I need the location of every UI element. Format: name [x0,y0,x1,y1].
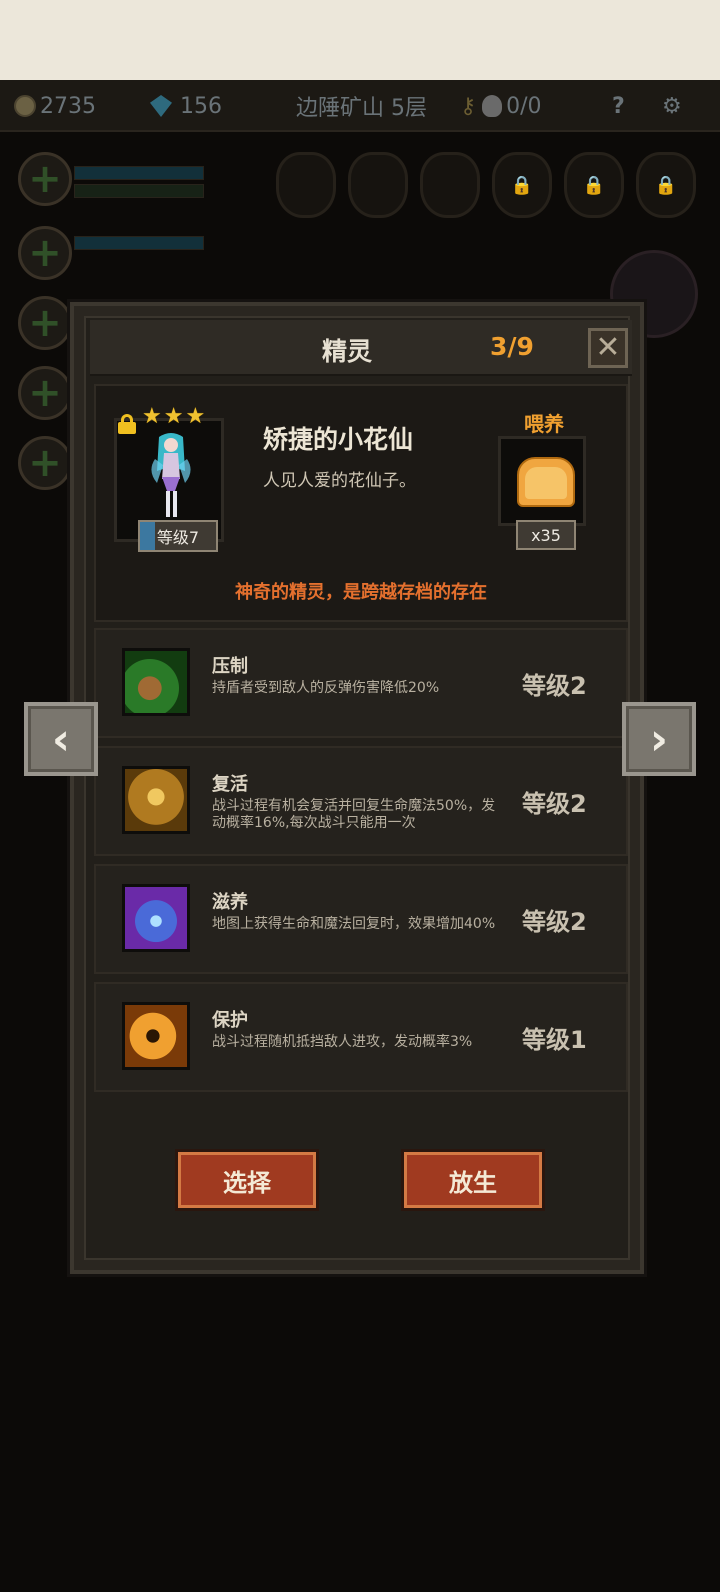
gold-coin-icon [14,95,36,117]
star-icon: ★ [163,404,184,429]
locked-slot: 🔒 [564,152,624,218]
fairy-count: 3/9 [490,332,534,361]
skill-name: 复活 [212,774,248,795]
skill-card[interactable]: 复活 战斗过程有机会复活并回复生命魔法50%，发动概率16%,每次战斗只能用一次… [94,746,628,856]
select-button[interactable]: 选择 [178,1152,316,1208]
nourish-fairy-icon [122,884,190,952]
close-button[interactable]: ✕ [588,328,628,368]
revive-figure-icon [122,766,190,834]
key-icon: ⚷ [460,93,477,119]
key-value: 0/0 [506,93,542,119]
gold-counter: 2735 [14,92,96,120]
equipment-slot[interactable] [348,152,408,218]
skill-description: 战斗过程有机会复活并回复生命魔法50%，发动概率16%,每次战斗只能用一次 [212,798,496,831]
fairy-description: 人见人爱的花仙子。 [263,471,416,491]
help-icon: ? [612,93,625,119]
dialog-title: 精灵 [322,337,373,366]
hero-slot-3[interactable] [18,296,72,350]
star-icon: ★ [142,404,162,429]
suppress-claw-icon [122,648,190,716]
gem-value: 156 [180,93,222,119]
skill-description: 地图上获得生命和魔法回复时，效果增加40% [212,916,496,932]
skill-level: 等级2 [522,908,587,936]
feed-item-count: x35 [516,520,576,550]
status-strip [0,0,720,80]
skill-description: 战斗过程随机抵挡敌人进攻，发动概率3% [212,1034,473,1050]
next-fairy-button[interactable]: › [622,702,696,776]
top-resource-bar: 2735 156 边陲矿山 5层 ⚷ 0/0 ? ⚙ [0,80,720,132]
lock-icon: 🔒 [654,174,678,196]
lock-icon [118,414,136,434]
equipment-slot[interactable] [276,152,336,218]
skill-level: 等级2 [522,672,587,700]
protect-aura-icon [122,1002,190,1070]
fairy-name: 矫捷的小花仙 [263,425,414,454]
hero-hp-bar [74,236,204,250]
chevron-left-icon: ‹ [51,713,71,765]
release-button[interactable]: 放生 [404,1152,542,1208]
fairy-sprite-icon [151,433,191,517]
gear-icon: ⚙ [662,93,682,119]
hero-slot-5[interactable] [18,436,72,490]
key-counter: ⚷ 0/0 [460,92,542,120]
hero-mp-bar [74,184,204,198]
release-button-label: 放生 [449,1168,497,1197]
skull-icon [482,95,503,117]
locked-slot: 🔒 [492,152,552,218]
help-button[interactable]: ? [612,92,625,120]
gold-value: 2735 [40,93,96,119]
hero-slot-1[interactable] [18,152,72,206]
hero-slot-4[interactable] [18,366,72,420]
prev-fairy-button[interactable]: ‹ [24,702,98,776]
fairy-dialog: 精灵 3/9 ✕ ★ ★ ★ 等级7 矫捷的小花仙 人见人爱的花仙子。 喂养 x… [70,302,644,1274]
feed-label: 喂养 [524,412,564,436]
skill-name: 保护 [212,1010,248,1031]
skill-level: 等级2 [522,790,587,818]
location-text: 边陲矿山 5层 [296,96,427,121]
lock-icon: 🔒 [582,174,606,196]
fairy-level-label: 等级7 [156,528,200,547]
game-screen: 2735 156 边陲矿山 5层 ⚷ 0/0 ? ⚙ 🔒 🔒 🔒 [0,0,720,1592]
settings-button[interactable]: ⚙ [662,92,682,120]
star-icon: ★ [185,404,206,429]
feed-button[interactable] [498,436,586,526]
equipment-slot[interactable] [420,152,480,218]
fairy-stars: ★ ★ ★ [142,406,205,428]
gem-counter: 156 [150,92,222,120]
close-icon: ✕ [595,330,621,365]
fairy-level-badge: 等级7 [138,520,218,552]
hero-hp-bar [74,166,204,180]
bread-icon [517,457,575,507]
chevron-right-icon: › [649,713,669,765]
skill-card[interactable]: 压制 持盾者受到敌人的反弹伤害降低20% 等级2 [94,628,628,738]
hero-slot-2[interactable] [18,226,72,280]
skill-name: 压制 [212,656,248,677]
skill-description: 持盾者受到敌人的反弹伤害降低20% [212,680,440,696]
locked-slot: 🔒 [636,152,696,218]
lock-icon: 🔒 [510,174,534,196]
gem-icon [150,95,172,117]
skill-level: 等级1 [522,1026,587,1054]
skill-card[interactable]: 滋养 地图上获得生命和魔法回复时，效果增加40% 等级2 [94,864,628,974]
fairy-notice: 神奇的精灵，是跨越存档的存在 [235,582,487,603]
skill-name: 滋养 [212,892,248,913]
location-label: 边陲矿山 5层 [296,92,427,121]
level-progress-fill [140,522,156,550]
select-button-label: 选择 [223,1168,271,1197]
skill-card[interactable]: 保护 战斗过程随机抵挡敌人进攻，发动概率3% 等级1 [94,982,628,1092]
